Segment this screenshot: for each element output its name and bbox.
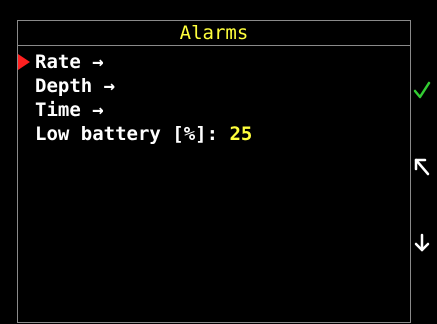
menu-item-low-battery[interactable]: Low battery [%]: 25 [18, 122, 410, 146]
down-arrow-icon[interactable] [413, 233, 431, 253]
selection-cursor-icon [18, 54, 30, 70]
menu-item-depth[interactable]: Depth → [18, 74, 410, 98]
menu-item-rate[interactable]: Rate → [18, 50, 410, 74]
checkmark-icon[interactable] [413, 80, 431, 100]
low-battery-value: 25 [229, 123, 253, 145]
alarms-panel: Alarms Rate → Depth → Time → Low battery… [17, 20, 411, 323]
menu-item-time[interactable]: Time → [18, 98, 410, 122]
menu-item-label: Low battery [%]: [35, 123, 230, 145]
alarms-menu: Rate → Depth → Time → Low battery [%]: 2… [18, 50, 410, 146]
menu-item-label: Rate → [35, 51, 104, 73]
up-left-arrow-icon[interactable] [413, 157, 431, 177]
menu-item-label: Time → [35, 99, 104, 121]
page-title: Alarms [18, 21, 410, 46]
menu-item-label: Depth → [35, 75, 116, 97]
